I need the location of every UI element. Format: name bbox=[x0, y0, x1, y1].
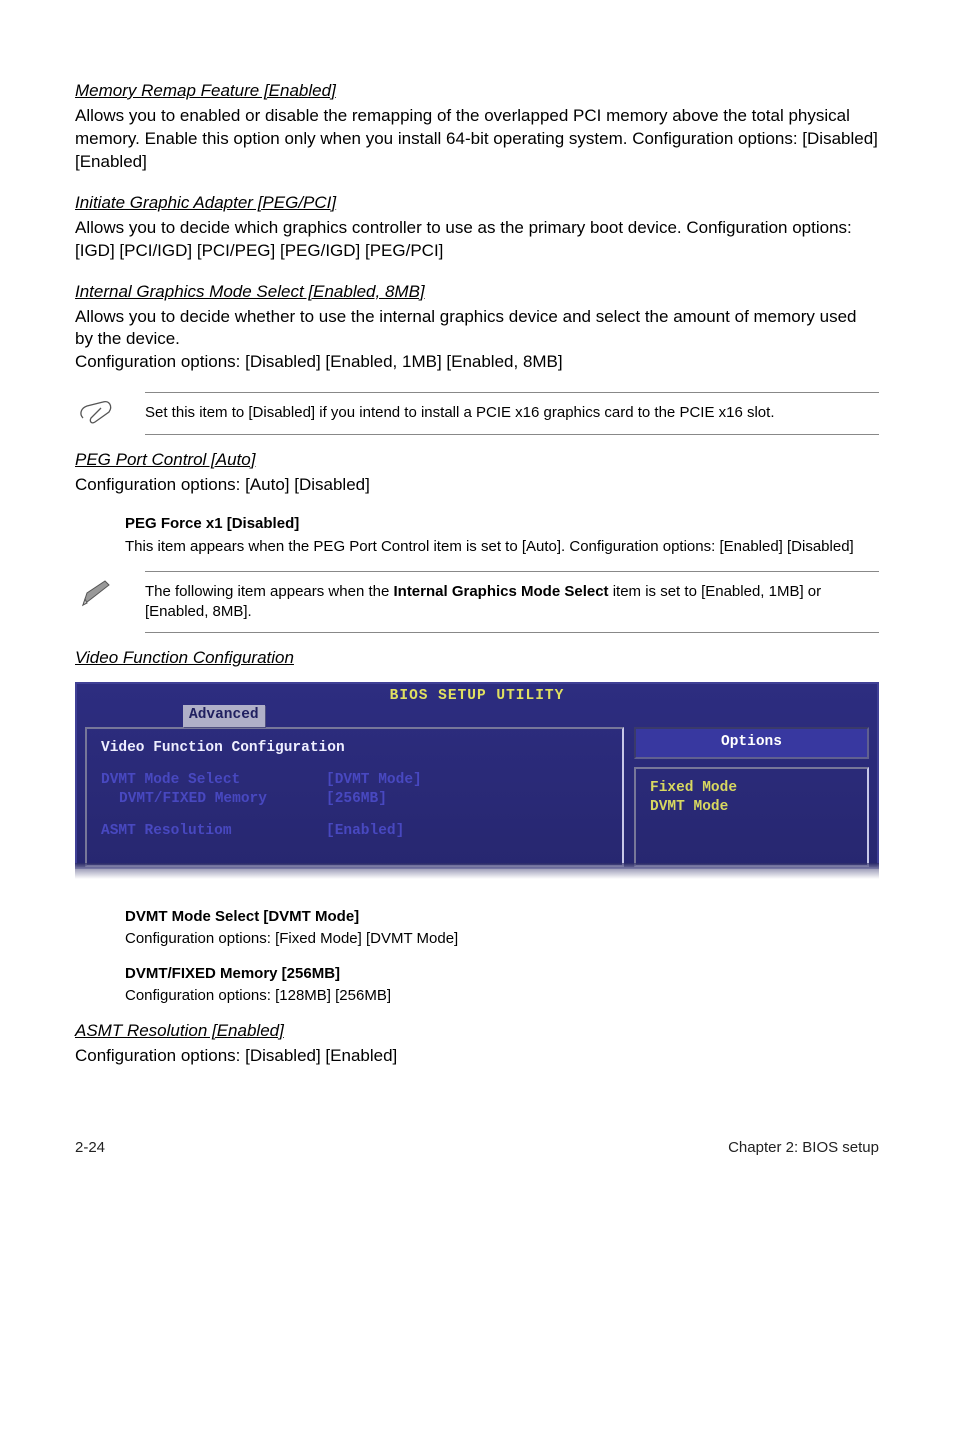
pencil-icon bbox=[75, 571, 117, 611]
heading-peg-force: PEG Force x1 [Disabled] bbox=[125, 514, 879, 534]
section-asmt: ASMT Resolution [Enabled] Configuration … bbox=[75, 1020, 879, 1068]
body-peg-force: This item appears when the PEG Port Cont… bbox=[125, 537, 879, 557]
bios-option: DVMT Mode bbox=[650, 798, 853, 818]
heading-internal-graphics: Internal Graphics Mode Select [Enabled, … bbox=[75, 281, 879, 304]
bios-options-header: Options bbox=[634, 727, 869, 759]
heading-dvmt-fixed: DVMT/FIXED Memory [256MB] bbox=[125, 964, 879, 984]
section-memory-remap: Memory Remap Feature [Enabled] Allows yo… bbox=[75, 80, 879, 174]
section-dvmt-mode: DVMT Mode Select [DVMT Mode] Configurati… bbox=[125, 907, 879, 950]
bios-options-body: Fixed Mode DVMT Mode bbox=[634, 767, 869, 868]
section-video-func: Video Function Configuration bbox=[75, 647, 879, 670]
note-internal-graphics-body: The following item appears when the Inte… bbox=[145, 571, 879, 634]
bios-panel-title: Video Function Configuration bbox=[101, 739, 608, 759]
bios-right-panel: Options Fixed Mode DVMT Mode bbox=[634, 727, 869, 867]
section-internal-graphics: Internal Graphics Mode Select [Enabled, … bbox=[75, 281, 879, 375]
bios-value: [DVMT Mode] bbox=[326, 771, 422, 791]
page-number: 2-24 bbox=[75, 1138, 105, 1158]
body-initiate-graphic: Allows you to decide which graphics cont… bbox=[75, 217, 879, 263]
bios-row-dvmt-mode: DVMT Mode Select [DVMT Mode] bbox=[101, 771, 608, 791]
body-memory-remap: Allows you to enabled or disable the rem… bbox=[75, 105, 879, 174]
bios-left-panel: Video Function Configuration DVMT Mode S… bbox=[85, 727, 624, 867]
section-initiate-graphic: Initiate Graphic Adapter [PEG/PCI] Allow… bbox=[75, 192, 879, 263]
bios-row-dvmt-fixed: DVMT/FIXED Memory [256MB] bbox=[101, 790, 608, 810]
bios-key: DVMT/FIXED Memory bbox=[101, 790, 326, 810]
bios-screenshot: BIOS SETUP UTILITY Advanced Video Functi… bbox=[75, 682, 879, 879]
note-pcie-body: Set this item to [Disabled] if you inten… bbox=[145, 392, 879, 434]
heading-memory-remap: Memory Remap Feature [Enabled] bbox=[75, 80, 879, 103]
body-dvmt-fixed: Configuration options: [128MB] [256MB] bbox=[125, 986, 879, 1006]
chapter-label: Chapter 2: BIOS setup bbox=[728, 1138, 879, 1158]
heading-peg-port: PEG Port Control [Auto] bbox=[75, 449, 879, 472]
body-asmt: Configuration options: [Disabled] [Enabl… bbox=[75, 1045, 879, 1068]
note2-pre: The following item appears when the bbox=[145, 583, 393, 600]
bios-title: BIOS SETUP UTILITY bbox=[77, 684, 877, 707]
body-peg-port: Configuration options: [Auto] [Disabled] bbox=[75, 474, 879, 497]
section-peg-force: PEG Force x1 [Disabled] This item appear… bbox=[125, 514, 879, 557]
heading-video-func: Video Function Configuration bbox=[75, 647, 879, 670]
section-peg-port: PEG Port Control [Auto] Configuration op… bbox=[75, 449, 879, 497]
bios-value: [Enabled] bbox=[326, 822, 404, 842]
bios-key: ASMT Resolutiom bbox=[101, 822, 326, 842]
bios-option: Fixed Mode bbox=[650, 779, 853, 799]
note2-bold: Internal Graphics Mode Select bbox=[393, 583, 608, 600]
note-internal-graphics: The following item appears when the Inte… bbox=[75, 571, 879, 634]
body-internal-graphics-2: Configuration options: [Disabled] [Enabl… bbox=[75, 351, 879, 374]
body-dvmt-mode: Configuration options: [Fixed Mode] [DVM… bbox=[125, 929, 879, 949]
section-dvmt-fixed: DVMT/FIXED Memory [256MB] Configuration … bbox=[125, 964, 879, 1007]
note-pcie: Set this item to [Disabled] if you inten… bbox=[75, 392, 879, 434]
paperclip-icon bbox=[75, 392, 117, 430]
heading-asmt: ASMT Resolution [Enabled] bbox=[75, 1020, 879, 1043]
bios-row-asmt: ASMT Resolutiom [Enabled] bbox=[101, 822, 608, 842]
bios-value: [256MB] bbox=[326, 790, 387, 810]
bios-fade bbox=[75, 863, 879, 879]
body-internal-graphics-1: Allows you to decide whether to use the … bbox=[75, 306, 879, 352]
bios-tab-advanced: Advanced bbox=[183, 705, 265, 727]
heading-initiate-graphic: Initiate Graphic Adapter [PEG/PCI] bbox=[75, 192, 879, 215]
heading-dvmt-mode: DVMT Mode Select [DVMT Mode] bbox=[125, 907, 879, 927]
page-footer: 2-24 Chapter 2: BIOS setup bbox=[75, 1138, 879, 1158]
bios-key: DVMT Mode Select bbox=[101, 771, 326, 791]
